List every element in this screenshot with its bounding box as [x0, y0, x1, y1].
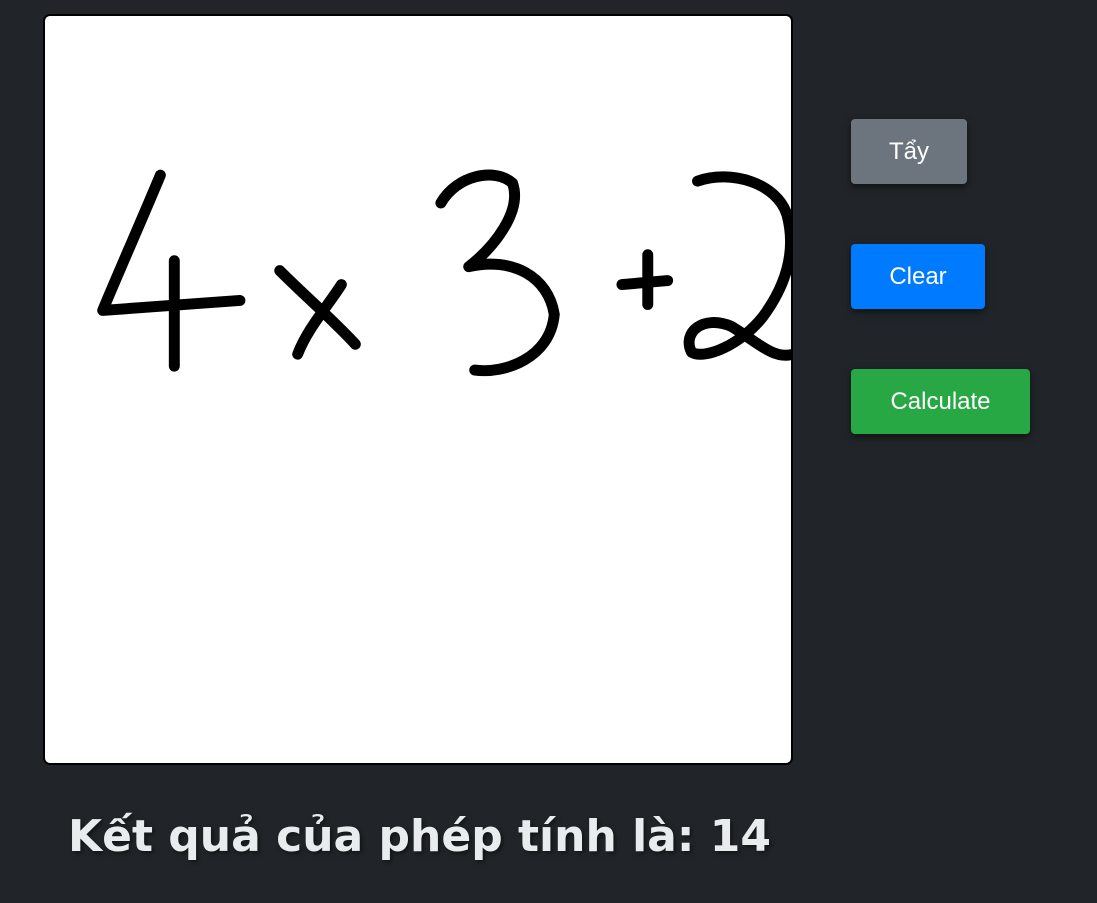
stroke-digit-2: [683, 171, 791, 361]
stroke-digit-3: [435, 169, 560, 377]
stroke-operator-plus: [616, 249, 674, 310]
calculate-button[interactable]: Calculate: [851, 369, 1030, 434]
erase-button[interactable]: Tẩy: [851, 119, 967, 184]
clear-button[interactable]: Clear: [851, 244, 985, 309]
drawing-canvas[interactable]: [43, 14, 793, 765]
stroke-operator-times: [274, 265, 361, 360]
result-text: Kết quả của phép tính là: 14: [68, 811, 772, 862]
handwritten-expression: [97, 169, 791, 377]
stroke-digit-4: [97, 169, 246, 372]
